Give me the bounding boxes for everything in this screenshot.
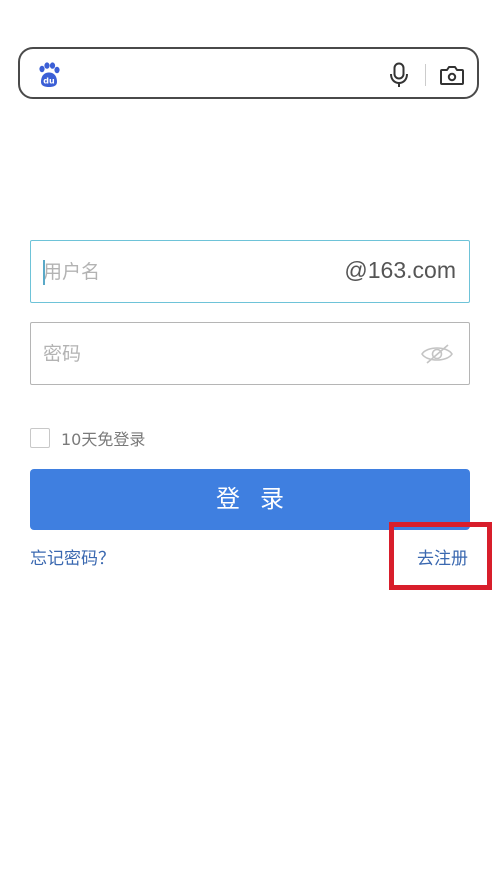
remember-checkbox[interactable] [30,428,50,448]
forgot-password-link[interactable]: 忘记密码？ [30,544,115,569]
text-caret [43,260,45,285]
username-input[interactable] [43,241,333,302]
search-divider [425,64,426,86]
login-button[interactable]: 登录 [30,469,470,530]
remember-login[interactable]: 10天免登录 [30,427,145,449]
password-field[interactable] [30,322,470,385]
svg-text:du: du [43,77,55,86]
register-link[interactable]: 去注册 [417,544,468,569]
email-domain-suffix: @163.com [344,257,456,283]
baidu-paw-icon: du [39,62,60,87]
microphone-icon[interactable] [388,62,410,88]
login-page: du @163.com 10天免登录 登录 忘记密码？ [0,0,500,888]
username-field[interactable]: @163.com [30,240,470,303]
camera-icon[interactable] [439,62,465,88]
password-input[interactable] [43,323,333,384]
eye-slash-icon[interactable] [420,342,454,366]
remember-label: 10天免登录 [61,430,146,449]
search-bar[interactable]: du [18,47,479,99]
